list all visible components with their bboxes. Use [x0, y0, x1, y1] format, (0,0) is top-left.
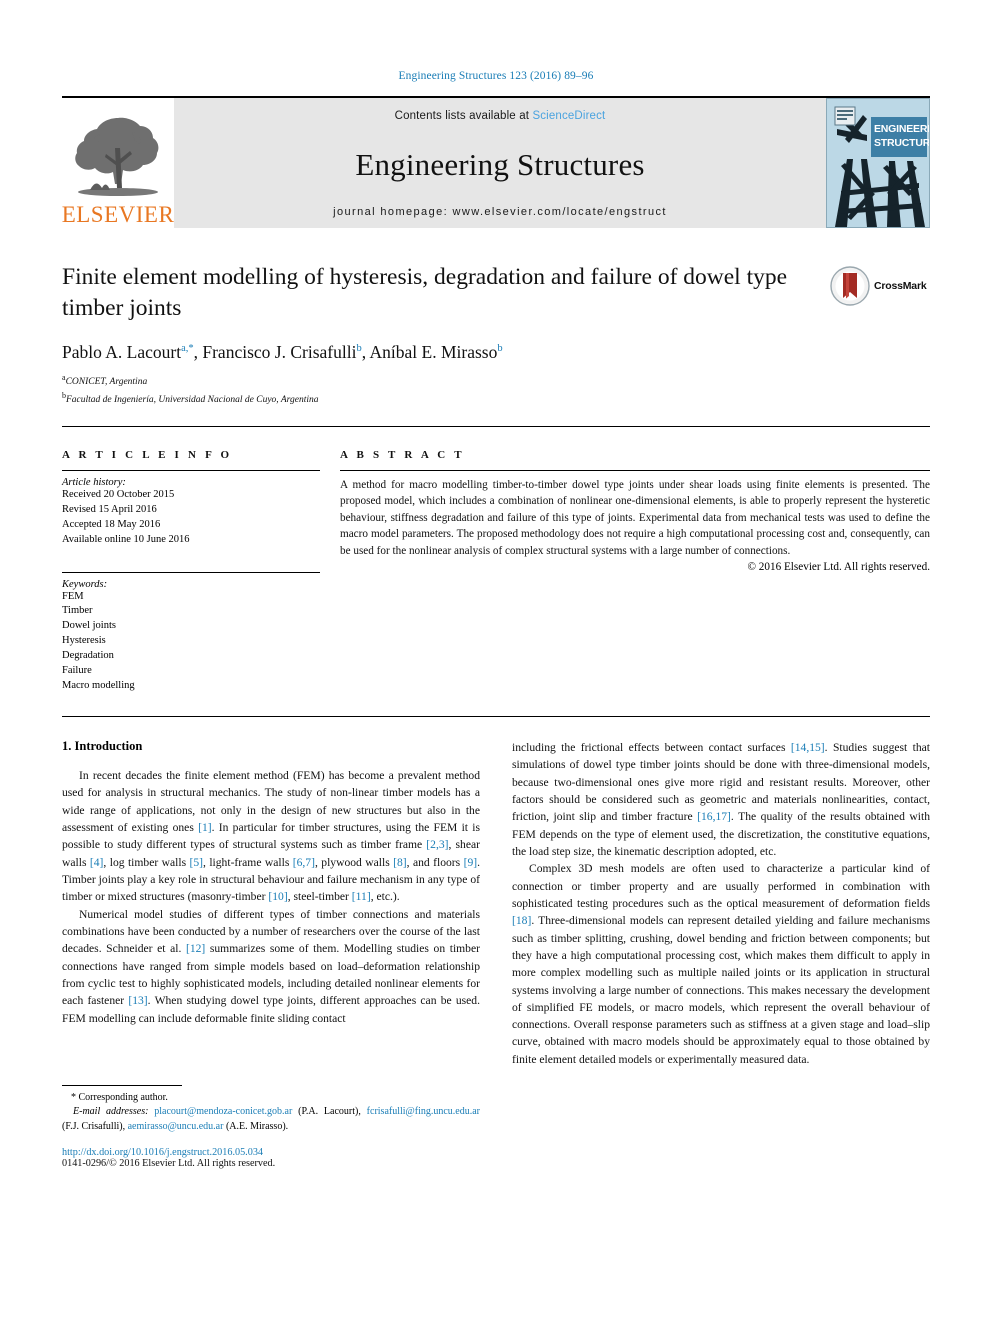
paragraph: Numerical model studies of different typ… — [62, 907, 480, 1025]
email-link[interactable]: aemirasso@uncu.edu.ar — [128, 1121, 224, 1132]
contents-available-line: Contents lists available at ScienceDirec… — [395, 110, 606, 122]
elsevier-tree-icon — [75, 117, 159, 196]
keywords-label: Keywords: — [62, 578, 108, 590]
keyword-item: Degradation — [62, 650, 114, 662]
crossmark-label: CrossMark — [874, 280, 927, 292]
affiliation-list: aCONICET, Argentina bFacultad de Ingenie… — [62, 372, 930, 408]
citation-link[interactable]: [12] — [186, 942, 205, 955]
doi-link[interactable]: http://dx.doi.org/10.1016/j.engstruct.20… — [62, 1147, 480, 1158]
citation-link[interactable]: [5] — [189, 856, 203, 869]
corresponding-author-note: * Corresponding author. — [71, 1092, 168, 1104]
affiliation-item: bFacultad de Ingeniería, Universidad Nac… — [62, 390, 930, 408]
paragraph: In recent decades the finite element met… — [62, 768, 481, 904]
keyword-item: Timber — [62, 605, 93, 617]
crossmark-badge[interactable]: CrossMark — [830, 264, 930, 308]
running-head: Engineering Structures 123 (2016) 89–96 — [398, 70, 594, 82]
keywords-list: FEM Timber Dowel joints Hysteresis Degra… — [62, 590, 320, 694]
footnote-block: * Corresponding author. E-mail addresses… — [62, 1085, 480, 1169]
keyword-item: Failure — [62, 665, 92, 677]
email-owner: (A.E. Mirasso) — [225, 1120, 286, 1132]
author-marks[interactable]: b — [497, 343, 502, 354]
article-info-column: A R T I C L E I N F O Article history: R… — [62, 449, 340, 694]
sciencedirect-link[interactable]: ScienceDirect — [532, 110, 605, 122]
journal-cover-thumbnail[interactable]: ENGINEERING STRUCTURES — [826, 98, 930, 228]
abstract-heading: A B S T R A C T — [340, 448, 465, 461]
citation-link[interactable]: [14,15] — [791, 741, 825, 754]
citation-link[interactable]: [16,17] — [697, 810, 731, 823]
email-label: E-mail addresses: — [73, 1106, 149, 1118]
citation-link[interactable]: [1] — [198, 821, 212, 834]
citation-link[interactable]: [6,7] — [293, 856, 315, 869]
article-info-rule — [62, 469, 320, 471]
history-item: Available online 10 June 2016 — [62, 533, 190, 545]
journal-masthead: ELSEVIER Contents lists available at Sci… — [62, 96, 930, 228]
keyword-item: Hysteresis — [62, 635, 106, 647]
history-item: Received 20 October 2015 — [62, 488, 175, 500]
svg-text:STRUCTURES: STRUCTURES — [874, 137, 929, 149]
citation-link[interactable]: [11] — [352, 890, 371, 903]
footnote-rule — [62, 1085, 182, 1087]
keyword-item: Macro modelling — [62, 680, 135, 691]
citation-link[interactable]: [8] — [393, 856, 407, 869]
citation-link[interactable]: [13] — [128, 994, 147, 1007]
crossmark-icon — [830, 266, 870, 306]
body-columns: 1. Introduction In recent decades the fi… — [62, 717, 930, 1169]
keyword-item: Dowel joints — [62, 620, 116, 632]
contents-prefix: Contents lists available at — [394, 110, 533, 122]
email-addresses-note: E-mail addresses: placourt@mendoza-conic… — [62, 1105, 480, 1133]
elsevier-wordmark: ELSEVIER — [61, 202, 175, 227]
author-name: Aníbal E. Mirasso — [369, 342, 498, 363]
affiliation-text: Facultad de Ingeniería, Universidad Naci… — [66, 395, 319, 406]
svg-text:ENGINEERING: ENGINEERING — [874, 123, 929, 135]
section-heading-introduction: 1. Introduction — [62, 738, 143, 753]
issn-copyright: 0141-0296/© 2016 Elsevier Ltd. All right… — [62, 1157, 276, 1169]
paragraph: Complex 3D mesh models are often used to… — [512, 862, 930, 1066]
page-title: Finite element modelling of hysteresis, … — [62, 264, 788, 321]
paragraph: including the frictional effects between… — [512, 740, 931, 858]
email-sep: , — [358, 1106, 361, 1118]
affiliation-item: aCONICET, Argentina — [62, 372, 930, 390]
email-sep: , — [122, 1120, 126, 1132]
abstract-rule — [340, 469, 930, 471]
author-name: Francisco J. Crisafulli — [202, 342, 357, 363]
article-history-list: Received 20 October 2015 Revised 15 Apri… — [62, 488, 320, 548]
article-page: Engineering Structures 123 (2016) 89–96 … — [0, 0, 992, 1323]
author-list: Pablo A. Lacourta,*, Francisco J. Crisaf… — [62, 342, 503, 363]
cover-artwork-icon: ENGINEERING STRUCTURES — [827, 99, 929, 227]
author-name: Pablo A. Lacourt — [62, 342, 182, 363]
keywords-rule — [62, 571, 320, 573]
history-item: Accepted 18 May 2016 — [62, 518, 161, 530]
abstract-copyright: © 2016 Elsevier Ltd. All rights reserved… — [747, 561, 931, 574]
info-abstract-row: A R T I C L E I N F O Article history: R… — [62, 427, 930, 694]
keywords-block: Keywords: FEM Timber Dowel joints Hyster… — [62, 571, 320, 694]
journal-band: Contents lists available at ScienceDirec… — [174, 98, 826, 228]
elsevier-logo: ELSEVIER — [62, 98, 174, 228]
citation-link[interactable]: [10] — [268, 890, 287, 903]
journal-homepage-link[interactable]: journal homepage: www.elsevier.com/locat… — [333, 206, 667, 218]
citation-link[interactable]: [2,3] — [426, 838, 448, 851]
abstract-text: A method for macro modelling timber-to-t… — [340, 478, 930, 557]
keyword-item: FEM — [62, 590, 84, 602]
citation-link[interactable]: [9] — [464, 856, 478, 869]
article-history-label: Article history: — [62, 476, 126, 488]
citation-link[interactable]: [18] — [512, 914, 531, 927]
affiliation-text: CONICET, Argentina — [65, 377, 148, 388]
article-info-heading: A R T I C L E I N F O — [62, 448, 233, 461]
author-marks[interactable]: b — [356, 343, 361, 354]
email-owner: (F.J. Crisafulli) — [62, 1120, 123, 1132]
abstract-column: A B S T R A C T A method for macro model… — [340, 449, 930, 694]
history-item: Revised 15 April 2016 — [62, 503, 157, 515]
body-left-column: 1. Introduction In recent decades the fi… — [62, 739, 480, 1169]
email-link[interactable]: fcrisafulli@fing.uncu.edu.ar — [367, 1106, 480, 1117]
body-right-column: including the frictional effects between… — [512, 739, 930, 1169]
email-link[interactable]: placourt@mendoza-conicet.gob.ar — [154, 1106, 292, 1117]
author-marks[interactable]: a,* — [181, 343, 194, 354]
email-sep: . — [285, 1120, 289, 1132]
title-block: Finite element modelling of hysteresis, … — [62, 262, 930, 408]
email-owner: (P.A. Lacourt) — [298, 1106, 359, 1118]
journal-title: Engineering Structures — [355, 147, 645, 182]
citation-link[interactable]: [4] — [90, 856, 104, 869]
